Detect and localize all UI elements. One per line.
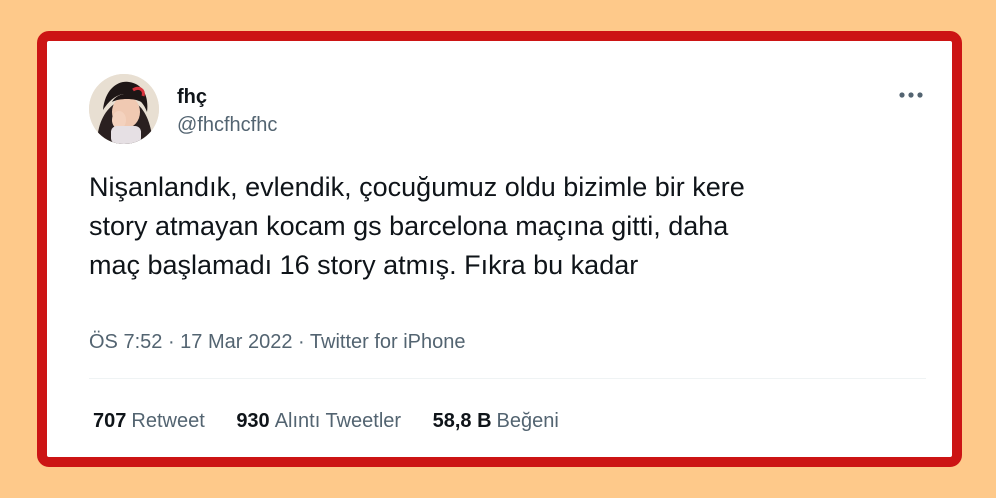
retweets-count: 707 xyxy=(93,410,127,432)
likes-count: 58,8 B xyxy=(432,410,492,432)
avatar[interactable] xyxy=(89,74,159,144)
divider xyxy=(89,378,926,379)
retweets-label: Retweet xyxy=(131,410,205,432)
tweet-card: fhç @fhcfhcfhc Nişanlandık, evlendik, ço… xyxy=(37,31,962,467)
quotes-stat[interactable]: 930 Alıntı Tweetler xyxy=(236,409,401,433)
author-handle[interactable]: @fhcfhcfhc xyxy=(177,113,277,137)
author-name[interactable]: fhç xyxy=(177,85,207,109)
more-icon[interactable] xyxy=(896,85,926,105)
tweet-date[interactable]: 17 Mar 2022 xyxy=(180,331,292,353)
meta-separator: · xyxy=(292,331,310,353)
tweet-stats: 707 Retweet 930 Alıntı Tweetler 58,8 B Beğe… xyxy=(93,409,585,433)
quotes-label: Alıntı Tweetler xyxy=(274,410,402,432)
meta-separator: · xyxy=(162,331,181,353)
retweets-stat[interactable]: 707 Retweet xyxy=(93,409,205,433)
tweet-metadata: ÖS 7:52 · 17 Mar 2022 · Twitter for iPho… xyxy=(89,330,466,354)
likes-label: Beğeni xyxy=(496,410,559,432)
tweet-time[interactable]: ÖS 7:52 xyxy=(89,331,162,353)
tweet-source[interactable]: Twitter for iPhone xyxy=(310,331,466,353)
tweet-text: Nişanlandık, evlendik, çocuğumuz oldu bi… xyxy=(89,172,745,280)
quotes-count: 930 xyxy=(236,410,270,432)
likes-stat[interactable]: 58,8 B Beğeni xyxy=(433,409,559,433)
